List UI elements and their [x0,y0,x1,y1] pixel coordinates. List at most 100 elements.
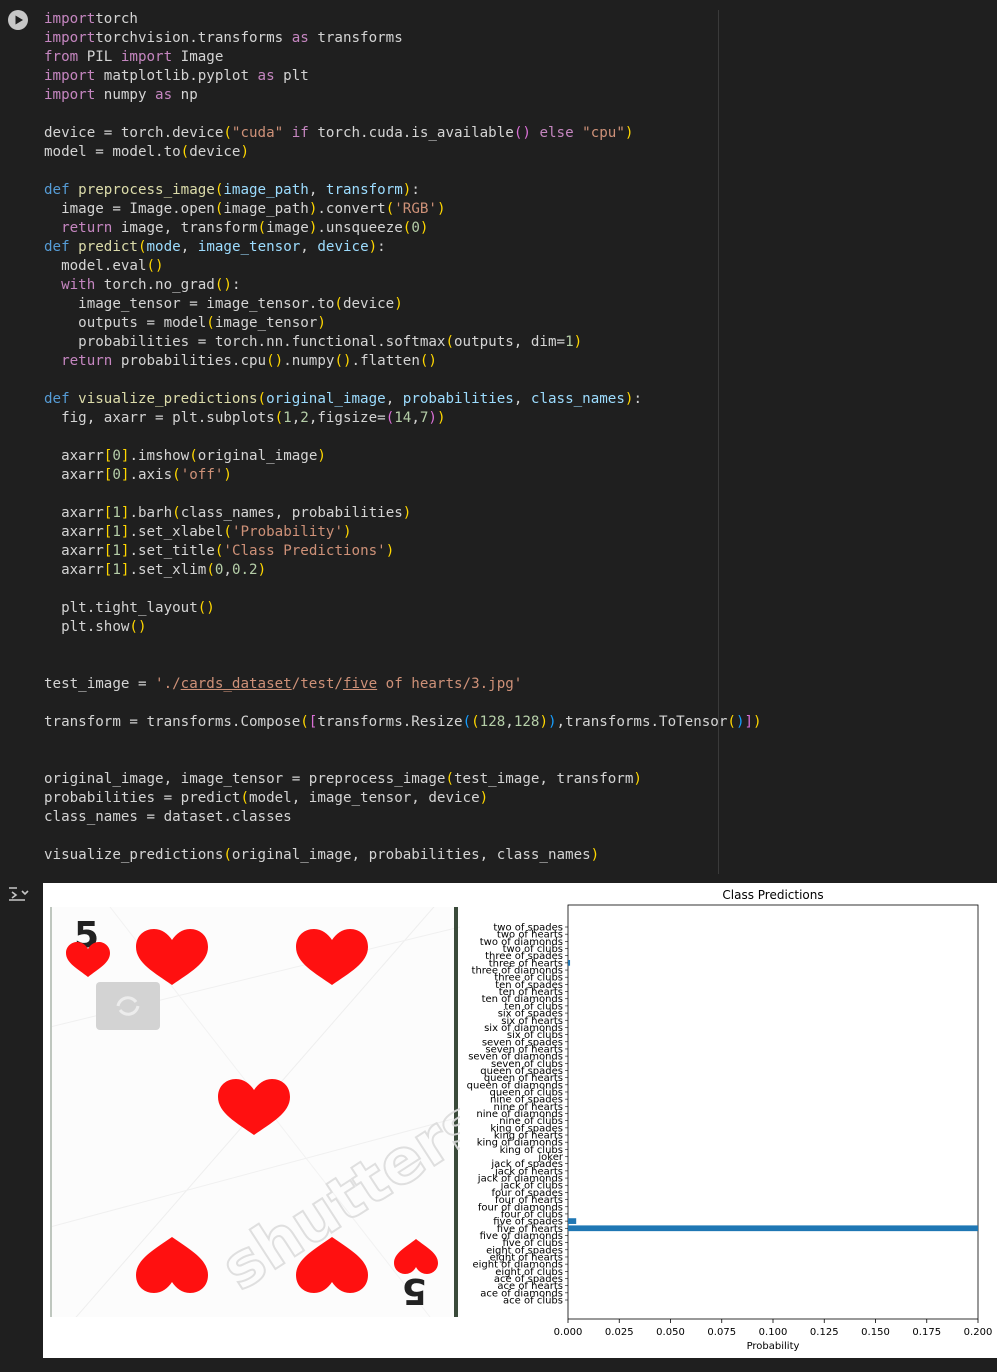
code-token: ( [445,334,455,350]
code-token: /test/ [291,676,343,692]
bars [568,959,978,1232]
code-token: ( [189,448,198,464]
code-token: import [44,30,96,46]
code-token: ,figsize= [308,410,386,426]
code-token: from [44,49,79,65]
code-token: .numpy [283,353,335,369]
code-token: ( [300,714,309,730]
code-token: preprocess_image [78,182,215,198]
code-token: "cpu" [582,125,625,141]
code-token: axarr [44,467,104,483]
code-token: ( [257,391,267,407]
code-token: matplotlib.pyplot [95,68,258,84]
code-token: () [197,600,215,616]
code-editor[interactable]: importtorch importtorchvision.transforms … [44,10,762,865]
code-token: 'RGB' [394,201,437,217]
code-token: () [513,125,531,141]
code-token: ( [385,201,395,217]
code-token: ( [385,410,395,426]
code-token: axarr [44,505,104,521]
code-token: ) [317,448,326,464]
code-token: image_tensor [214,315,318,331]
code-line: class_names = dataset.classes [44,808,762,827]
code-line: axarr[0].axis('off') [44,466,762,485]
code-token: 1 [283,410,292,426]
code-line: probabilities = predict(model, image_ten… [44,789,762,808]
x-tick-label: 0.000 [554,1327,583,1338]
code-token: , [180,239,198,255]
code-token: visualize_predictions [78,391,258,407]
code-token: 'Class Predictions' [223,543,386,559]
code-line: test_image = './cards_dataset/test/five … [44,675,762,694]
code-token: ) [539,714,548,730]
code-token: 0.2 [231,562,258,578]
code-token: test_image, transform [454,771,634,787]
code-token: image [266,220,309,236]
cell-output: 5 5 shutterstock Class Predictions ace o… [43,883,997,1358]
code-token: cards_dataset [180,676,292,692]
x-tick-label: 0.100 [759,1327,788,1338]
code-line: plt.tight_layout() [44,599,762,618]
code-token: ) [385,543,395,559]
code-token: : [411,182,420,198]
x-tick-label: 0.025 [605,1327,634,1338]
code-token: , [411,410,420,426]
code-line: axarr[1].barh(class_names, probabilities… [44,504,762,523]
output-settings-icon[interactable] [7,884,31,904]
code-token: ( [206,562,215,578]
code-token: : [231,277,241,293]
code-token: ( [727,714,736,730]
run-cell-button[interactable] [8,10,28,30]
code-line: axarr[1].set_xlabel('Probability') [44,523,762,542]
code-token: device [342,296,395,312]
code-token: torch.cuda.is_available [308,125,514,141]
code-token: original_image, image_tensor = preproces… [44,771,446,787]
code-line: fig, axarr = plt.subplots(1,2,figsize=(1… [44,409,762,428]
code-cell[interactable]: importtorch importtorchvision.transforms … [0,0,997,878]
code-token: ) [257,562,267,578]
code-token: ) [428,410,437,426]
line-length-ruler [718,10,719,874]
x-tick-label: 0.050 [656,1327,685,1338]
code-token: plt.show [44,619,130,635]
bar [568,1225,978,1232]
code-token: as [155,87,173,103]
code-token: ) [436,410,446,426]
code-token: .set_xlabel [129,524,224,540]
code-line: def predict(mode, image_tensor, device): [44,238,762,257]
code-line: importtorchvision.transforms as transfor… [44,29,762,48]
code-line: plt.show() [44,618,762,637]
code-token: .axis [129,467,173,483]
code-token: model.eval [44,258,147,274]
output-gutter [0,878,43,1372]
code-token: original_image [197,448,318,464]
code-token: .set_xlim [129,562,207,578]
code-token: else [539,125,574,141]
code-token: 128 [513,714,540,730]
code-token: image_tensor = image_tensor.to [44,296,335,312]
code-token: import [44,11,96,27]
code-token: ,transforms.ToTensor [556,714,728,730]
code-token: "cuda" [231,125,284,141]
code-token: def [44,182,70,198]
code-token: predict [78,239,138,255]
code-token: ) [624,125,634,141]
code-token: 0 [112,448,121,464]
code-token: 1 [112,505,121,521]
code-token: ) [343,524,352,540]
code-token: , [505,714,514,730]
code-token: ) [548,714,557,730]
code-token: () [334,353,352,369]
code-line: device = torch.device("cuda" if torch.cu… [44,124,762,143]
code-token: ( [223,847,232,863]
code-token: .set_title [129,543,215,559]
code-token: return [44,220,113,236]
